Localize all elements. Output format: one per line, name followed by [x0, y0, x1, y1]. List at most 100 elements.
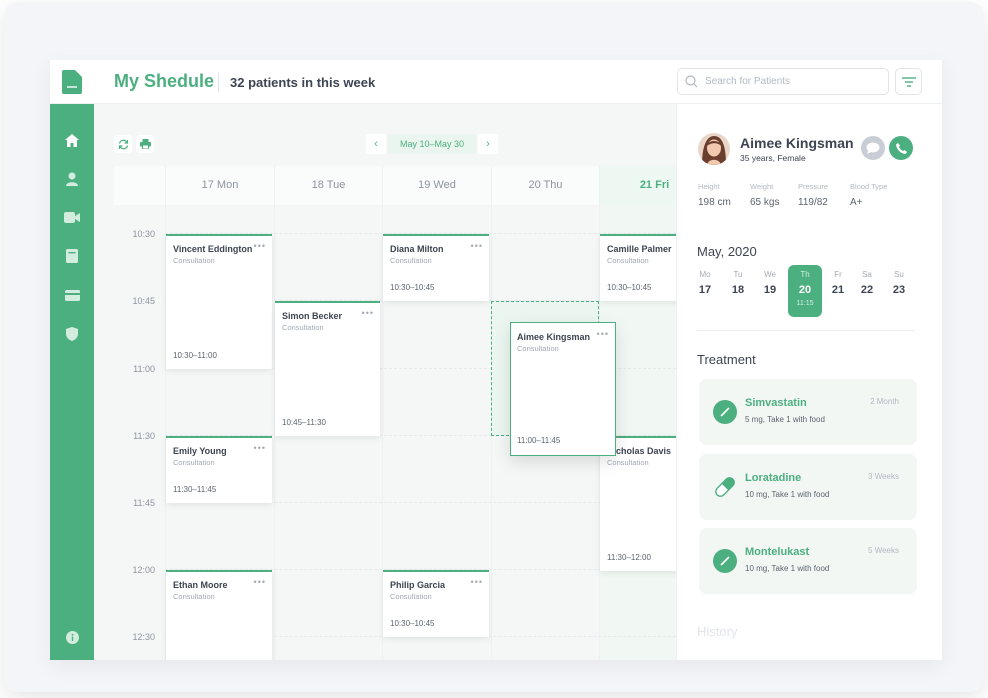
medication-card[interactable]: Montelukast 10 mg, Take 1 with food 5 We… [699, 528, 917, 594]
appointment-type: Consultation [173, 458, 215, 467]
appointment-name: Camille Palmer [607, 244, 672, 254]
more-options-icon[interactable]: ••• [254, 443, 266, 453]
appointment-time: 11:30–12:00 [607, 553, 651, 562]
medication-name: Montelukast [745, 546, 810, 558]
medication-dose: 5 mg, Take 1 with food [745, 415, 825, 424]
user-icon[interactable] [63, 170, 81, 188]
time-label: 11:30 [133, 431, 155, 441]
treatment-title: Treatment [697, 352, 756, 367]
print-button[interactable] [136, 135, 154, 153]
book-icon[interactable] [63, 247, 81, 265]
more-options-icon[interactable]: ••• [471, 577, 483, 587]
day-header[interactable]: 20 Thu [491, 166, 599, 205]
appointment-time: 10:30–10:45 [390, 283, 435, 292]
day-header[interactable]: 18 Tue [274, 166, 382, 205]
calendar-body: 10:30 10:45 11:00 11:30 11:45 12:00 12:3… [114, 205, 676, 660]
more-options-icon[interactable]: ••• [362, 308, 374, 318]
stat-value: 198 cm [698, 197, 731, 208]
appointment-name: Vincent Eddington [173, 244, 253, 254]
time-label: 10:45 [132, 296, 155, 306]
weekday-label: We [764, 270, 776, 279]
appointment-card[interactable]: Simon Becker Consultation ••• 10:45–11:3… [275, 301, 380, 436]
week-day[interactable]: We 19 [753, 270, 787, 296]
weekday-label: Tu [733, 270, 743, 279]
home-icon[interactable] [63, 131, 81, 149]
weekday-label: Sa [862, 270, 872, 279]
week-day[interactable]: Su 23 [882, 270, 916, 296]
appointment-card[interactable]: Ethan Moore Consultation ••• [166, 570, 272, 660]
history-title: History [697, 624, 738, 639]
day-header[interactable]: 17 Mon [165, 166, 274, 205]
filter-button[interactable] [895, 68, 922, 95]
more-options-icon[interactable]: ••• [597, 329, 609, 339]
appointment-type: Consultation [282, 323, 324, 332]
medication-dose: 10 mg, Take 1 with food [745, 490, 830, 499]
appointment-card[interactable]: Nicholas Davis Consultation ••• 11:30–12… [600, 436, 676, 571]
next-week-button[interactable]: › [478, 134, 498, 154]
filter-icon [901, 76, 916, 87]
date-number: 19 [763, 284, 777, 296]
appointment-time: 10:30–10:45 [390, 619, 435, 628]
weekday-label: Mo [699, 270, 711, 279]
refresh-button[interactable] [114, 135, 132, 153]
phone-icon [895, 142, 907, 154]
call-button[interactable] [889, 136, 913, 160]
medication-card[interactable]: Loratadine 10 mg, Take 1 with food 3 Wee… [699, 454, 917, 520]
medication-dose: 10 mg, Take 1 with food [745, 564, 830, 573]
time-label: 11:45 [133, 498, 155, 508]
day-header-active[interactable]: 21 Fri [599, 166, 676, 205]
medication-name: Loratadine [745, 472, 802, 484]
prev-week-button[interactable]: ‹ [366, 134, 386, 154]
avatar [698, 133, 730, 165]
more-options-icon[interactable]: ••• [254, 577, 266, 587]
appointment-card[interactable]: Camille Palmer Consultation ••• 10:30–10… [600, 234, 676, 301]
dragging-appointment-card[interactable]: Aimee Kingsman Consultation ••• 11:00–11… [510, 322, 616, 456]
week-day[interactable]: Tu 18 [721, 270, 755, 296]
weekday-label: Th [800, 270, 810, 279]
day-header[interactable]: 19 Wed [382, 166, 491, 205]
week-day[interactable]: Sa 22 [850, 270, 884, 296]
appointment-name: Simon Becker [282, 311, 343, 321]
patients-count: 32 patients in this week [230, 75, 376, 90]
stat-pressure: Pressure 119/82 [798, 182, 828, 208]
appointment-name: Nicholas Davis [607, 446, 672, 456]
appointment-time: 10:30–10:45 [607, 283, 652, 292]
search-box[interactable] [677, 68, 889, 95]
medication-duration: 3 Weeks [868, 472, 899, 481]
appointment-type: Consultation [517, 344, 559, 353]
tablet-icon [713, 549, 737, 573]
patient-panel: Aimee Kingsman 35 years, Female Height 1… [676, 104, 942, 660]
more-options-icon[interactable]: ••• [254, 241, 266, 251]
video-icon[interactable] [63, 208, 81, 226]
shield-icon[interactable] [63, 325, 81, 343]
tablet-icon [713, 400, 737, 424]
appointment-time: 10:45–11:30 [282, 418, 326, 427]
selected-time: 11:15 [796, 300, 814, 307]
appointment-card[interactable]: Diana Milton Consultation ••• 10:30–10:4… [383, 234, 489, 301]
card-icon[interactable] [63, 286, 81, 304]
appointment-card[interactable]: Emily Young Consultation ••• 11:30–11:45 [166, 436, 272, 503]
medication-card[interactable]: Simvastatin 5 mg, Take 1 with food 2 Mon… [699, 379, 917, 445]
patient-age-gender: 35 years, Female [740, 153, 806, 163]
stat-label: Weight [750, 182, 774, 191]
week-day[interactable]: Mo 17 [688, 270, 722, 296]
appointment-type: Consultation [607, 256, 649, 265]
chevron-left-icon: ‹ [374, 138, 378, 150]
appointment-card[interactable]: Vincent Eddington Consultation ••• 10:30… [166, 234, 272, 369]
date-navigator: ‹ May 10–May 30 › [366, 134, 498, 154]
date-number: 17 [698, 284, 712, 296]
message-button[interactable] [861, 136, 885, 160]
search-input[interactable] [705, 73, 880, 90]
info-icon[interactable] [63, 628, 81, 646]
appointment-name: Philip Garcia [390, 580, 446, 590]
appointment-card[interactable]: Philip Garcia Consultation ••• 10:30–10:… [383, 570, 489, 637]
date-range-label[interactable]: May 10–May 30 [388, 134, 476, 154]
logo [50, 60, 94, 104]
date-number: 22 [860, 284, 874, 296]
week-day-selected[interactable]: Th 20 11:15 [788, 265, 822, 317]
stat-weight: Weight 65 kgs [750, 182, 779, 208]
appointment-time: 11:30–11:45 [173, 485, 217, 494]
more-options-icon[interactable]: ••• [471, 241, 483, 251]
stat-label: Pressure [798, 182, 829, 191]
stat-value: 65 kgs [750, 197, 780, 208]
